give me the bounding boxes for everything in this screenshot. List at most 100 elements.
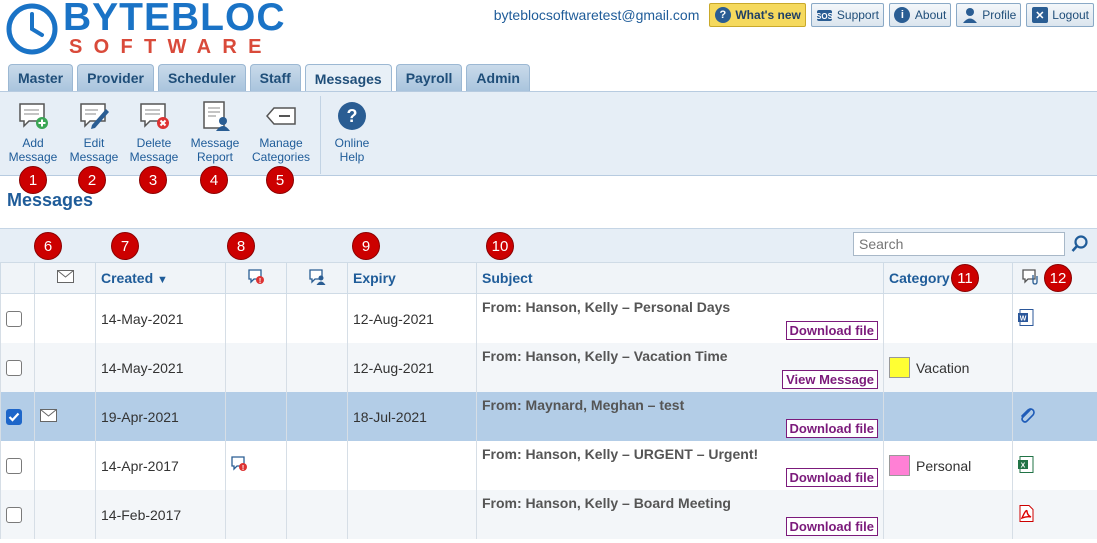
callout-badge: 9	[352, 232, 380, 260]
question-icon: ?	[714, 7, 731, 24]
created-header-label: Created	[101, 270, 154, 286]
category-header[interactable]: Category	[883, 262, 1013, 294]
tab-staff[interactable]: Staff	[249, 64, 301, 91]
main-tabs: Master Provider Scheduler Staff Messages…	[8, 64, 534, 92]
callout-badge: 11	[951, 264, 979, 292]
message-toolbar: Add Message Edit Message Delete Message …	[0, 91, 1097, 176]
about-button[interactable]: i About	[888, 3, 952, 27]
urgent-cell	[225, 490, 287, 539]
user-icon	[961, 7, 978, 24]
delete-message-button[interactable]: Delete Message	[122, 100, 186, 164]
created-cell: 14-Feb-2017	[95, 490, 226, 539]
urgent-message-icon: !	[247, 268, 264, 285]
read-status-header[interactable]	[34, 262, 96, 294]
expiry-cell	[347, 441, 477, 490]
read-status-cell	[34, 293, 96, 343]
row-checkbox-checked[interactable]	[6, 409, 22, 426]
read-status-cell	[34, 392, 96, 441]
manage-categories-line2: Categories	[251, 150, 311, 164]
support-button[interactable]: SOS Support	[810, 3, 884, 27]
category-color-swatch	[889, 357, 910, 378]
view-message-button[interactable]: View Message	[782, 370, 878, 389]
svg-text:?: ?	[347, 106, 358, 126]
table-row[interactable]: 14-May-2021 12-Aug-2021 From: Hanson, Ke…	[0, 343, 1097, 392]
attachment-cell[interactable]	[1012, 392, 1097, 441]
category-cell: Vacation	[883, 343, 1013, 392]
tab-provider[interactable]: Provider	[77, 64, 154, 91]
sender-cell	[286, 293, 348, 343]
tab-label: Master	[18, 70, 64, 86]
created-header[interactable]: Created ▼	[95, 262, 226, 294]
subject-header[interactable]: Subject	[476, 262, 884, 294]
download-file-button[interactable]: Download file	[785, 321, 878, 340]
table-row[interactable]: 14-Feb-2017 From: Hanson, Kelly – Board …	[0, 490, 1097, 539]
download-file-button[interactable]: Download file	[785, 517, 878, 536]
paperclip-icon[interactable]	[1018, 406, 1036, 424]
tab-scheduler[interactable]: Scheduler	[157, 64, 246, 91]
message-user-icon	[308, 268, 325, 285]
tab-payroll[interactable]: Payroll	[395, 64, 463, 91]
profile-button[interactable]: Profile	[956, 3, 1022, 27]
read-status-cell	[34, 441, 96, 490]
row-checkbox[interactable]	[6, 360, 22, 377]
tab-master[interactable]: Master	[8, 64, 74, 91]
urgent-header[interactable]: !	[225, 262, 287, 294]
unread-envelope-icon	[40, 408, 57, 422]
category-label: Personal	[916, 457, 972, 474]
attachment-cell[interactable]: X	[1012, 441, 1097, 490]
row-checkbox[interactable]	[6, 458, 22, 475]
pdf-file-icon[interactable]	[1018, 504, 1034, 522]
callout-badge: 8	[227, 232, 255, 260]
attachment-cell[interactable]: W	[1012, 293, 1097, 343]
edit-message-line2: Message	[69, 150, 119, 164]
sender-header[interactable]	[286, 262, 348, 294]
urgent-message-icon: !	[231, 456, 247, 472]
search-input[interactable]	[853, 232, 1065, 256]
message-report-button[interactable]: Message Report	[183, 100, 247, 164]
row-checkbox[interactable]	[6, 311, 22, 328]
subject-text: From: Hanson, Kelly – URGENT – Urgent!	[482, 446, 759, 462]
subject-header-label: Subject	[482, 270, 533, 286]
excel-file-icon[interactable]: X	[1018, 455, 1034, 473]
manage-categories-button[interactable]: Manage Categories	[249, 100, 313, 164]
tab-admin[interactable]: Admin	[466, 64, 530, 91]
expiry-header[interactable]: Expiry	[347, 262, 477, 294]
delete-message-icon	[137, 100, 171, 132]
edit-message-button[interactable]: Edit Message	[62, 100, 126, 164]
online-help-line1: Online	[334, 136, 370, 150]
page-title: Messages	[7, 190, 94, 210]
profile-label: Profile	[982, 8, 1017, 22]
message-report-line2: Report	[196, 150, 234, 164]
urgent-cell: !	[225, 441, 287, 490]
online-help-button[interactable]: ? Online Help	[320, 100, 384, 164]
urgent-cell	[225, 293, 287, 343]
created-cell: 14-May-2021	[95, 343, 226, 392]
table-row[interactable]: 14-May-2021 12-Aug-2021 From: Hanson, Ke…	[0, 293, 1097, 343]
tab-label: Payroll	[405, 70, 453, 86]
search-icon[interactable]	[1071, 235, 1089, 253]
tab-label: Messages	[314, 70, 382, 87]
edit-message-icon	[77, 100, 111, 132]
download-file-button[interactable]: Download file	[785, 468, 878, 487]
table-row[interactable]: 19-Apr-2021 18-Jul-2021 From: Maynard, M…	[0, 392, 1097, 441]
logo-subtext: SOFTWARE	[69, 36, 273, 58]
add-message-button[interactable]: Add Message	[1, 100, 65, 164]
subject-text: From: Hanson, Kelly – Vacation Time	[482, 348, 728, 364]
table-row[interactable]: 14-Apr-2017 ! From: Hanson, Kelly – URGE…	[0, 441, 1097, 490]
logo[interactable]: BYTEBLOC SOFTWARE	[5, 0, 305, 58]
created-cell: 14-May-2021	[95, 293, 226, 343]
callout-badge: 6	[34, 232, 62, 260]
manage-categories-line1: Manage	[259, 136, 303, 150]
tag-icon	[264, 100, 298, 132]
expiry-cell	[347, 490, 477, 539]
download-file-button[interactable]: Download file	[785, 419, 878, 438]
top-bar: byteblocsoftwaretest@gmail.com ? What's …	[494, 3, 1094, 27]
tab-messages[interactable]: Messages	[304, 64, 392, 92]
row-checkbox[interactable]	[6, 507, 22, 524]
word-file-icon[interactable]: W	[1018, 308, 1034, 326]
callout-badge: 7	[111, 232, 139, 260]
logout-button[interactable]: ✕ Logout	[1026, 3, 1094, 27]
attachment-cell[interactable]	[1012, 490, 1097, 539]
about-label: About	[914, 8, 947, 22]
whats-new-button[interactable]: ? What's new	[709, 3, 806, 27]
